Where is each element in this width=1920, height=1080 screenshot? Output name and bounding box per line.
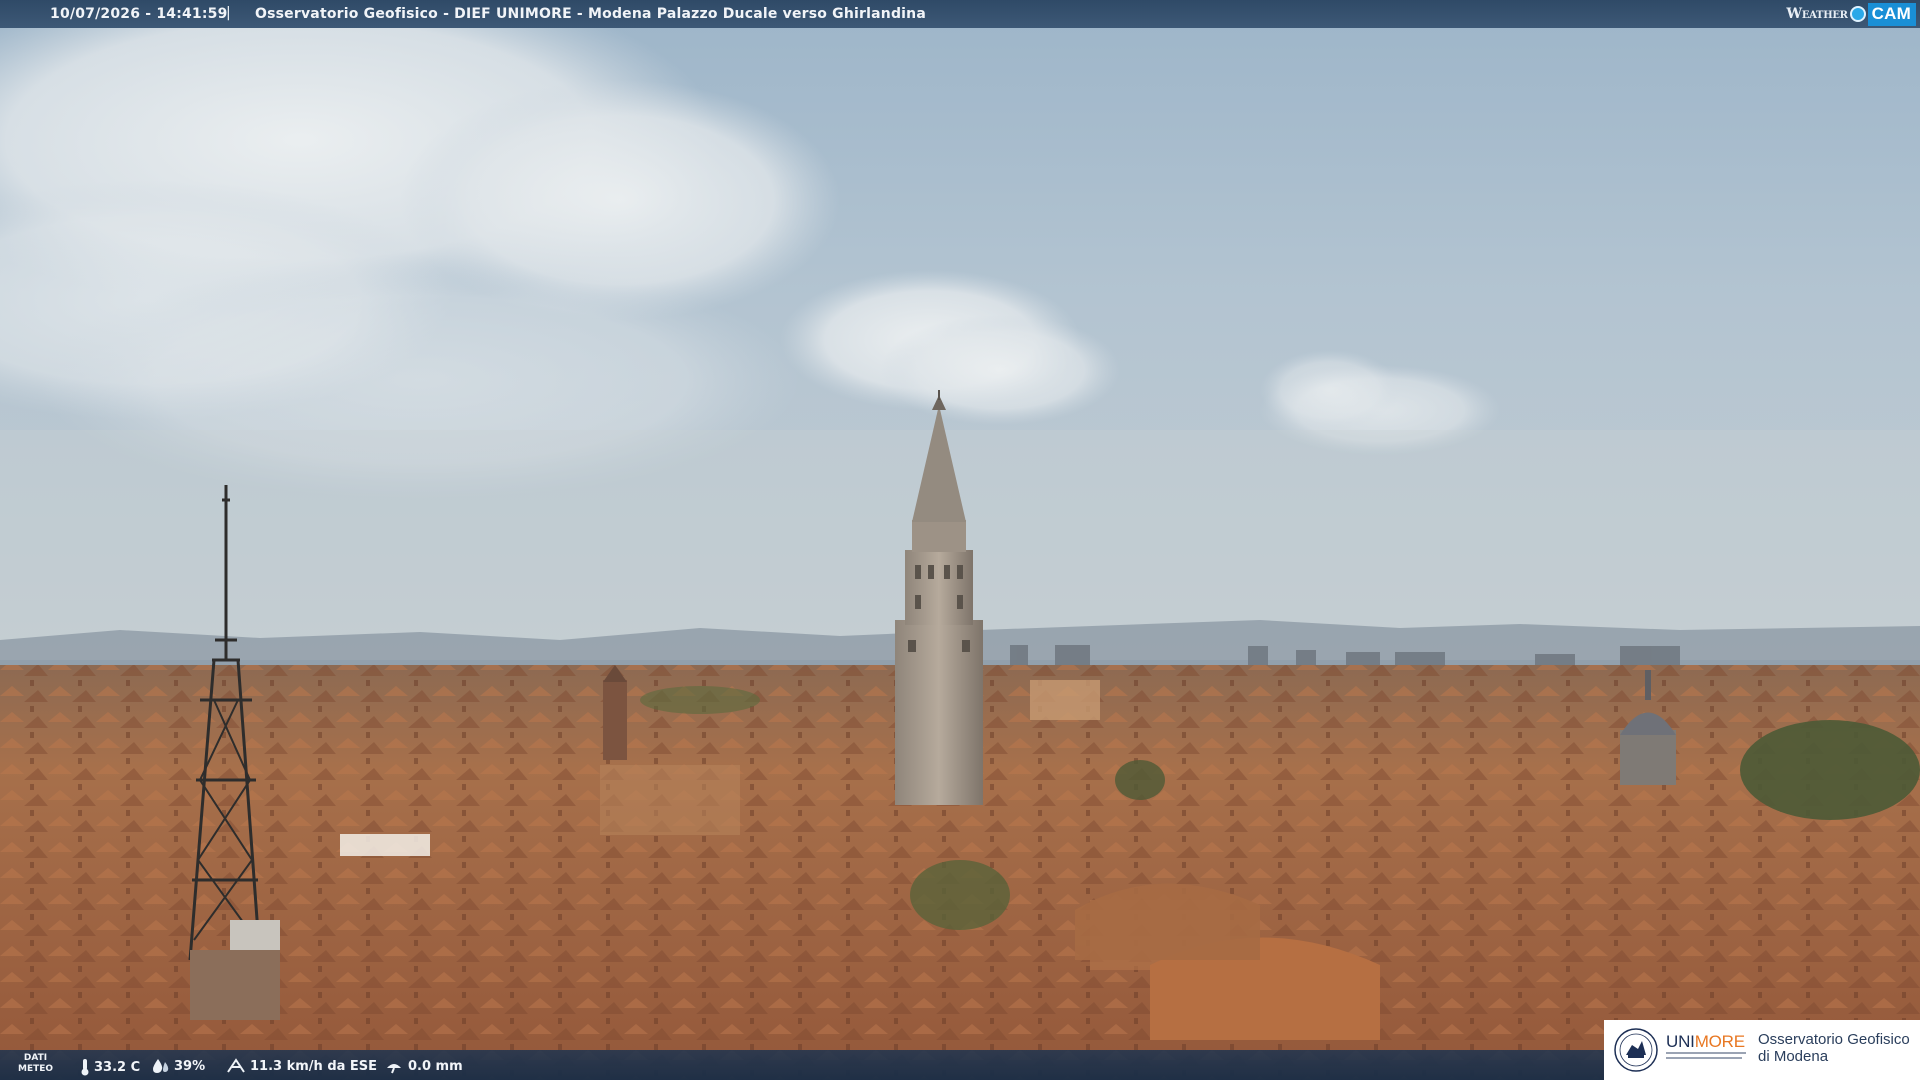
camera-title: Osservatorio Geofisico - DIEF UNIMORE - … bbox=[255, 6, 926, 22]
university-subtitle-mark bbox=[1666, 1052, 1746, 1059]
meteo-label: DATI METEO bbox=[18, 1053, 54, 1074]
brand-weather: Weather bbox=[1786, 6, 1848, 22]
university-seal-icon bbox=[1614, 1028, 1658, 1072]
camera-info-bar: 10/07/2026 - 14:41:59 | Osservatorio Geo… bbox=[0, 0, 1920, 28]
camera-lens-icon bbox=[1849, 6, 1866, 22]
temperature-reading: 33.2 C bbox=[80, 1058, 140, 1076]
webcam-photo bbox=[0, 0, 1920, 1080]
unimore-wordmark: UNIMORE bbox=[1666, 1032, 1745, 1051]
weathercam-logo: Weather CAM bbox=[1786, 0, 1920, 28]
rain-reading: 0.0 mm bbox=[384, 1058, 463, 1074]
wind-reading: 11.3 km/h da ESE bbox=[226, 1058, 377, 1074]
rain-value: 0.0 mm bbox=[408, 1058, 463, 1074]
rain-icon bbox=[387, 1064, 401, 1074]
humidity-value: 39% bbox=[174, 1058, 206, 1074]
humidity-drop-icon bbox=[153, 1059, 169, 1073]
humidity-reading: 39% bbox=[152, 1058, 205, 1074]
weather-data-strip: DATI METEO 33.2 C 39% 11.3 km/h da ESE 0… bbox=[0, 1050, 1604, 1080]
observatory-name: Osservatorio Geofisico di Modena bbox=[1758, 1031, 1910, 1065]
separator: | bbox=[226, 5, 231, 21]
thermometer-icon bbox=[81, 1059, 89, 1076]
unimore-logo-box: UNIMORE Osservatorio Geofisico di Modena bbox=[1604, 1020, 1920, 1080]
brand-cam: CAM bbox=[1867, 2, 1916, 26]
wind-icon bbox=[227, 1058, 245, 1073]
wind-value: 11.3 km/h da ESE bbox=[250, 1058, 378, 1074]
temperature-value: 33.2 C bbox=[94, 1059, 141, 1075]
timestamp: 10/07/2026 - 14:41:59 bbox=[50, 6, 228, 22]
